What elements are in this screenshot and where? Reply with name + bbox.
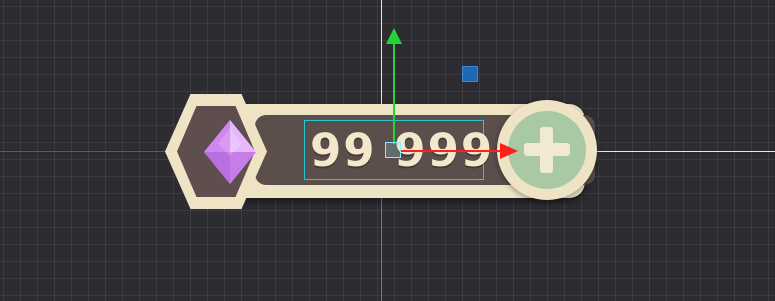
move-gizmo-center-handle[interactable] <box>385 142 401 158</box>
currency-widget[interactable]: 99 999 <box>165 94 600 209</box>
diamond-gem-icon <box>204 120 256 184</box>
plus-icon <box>540 127 553 173</box>
move-gizmo-x-arrow-icon[interactable] <box>500 143 518 159</box>
move-gizmo-y-arrow-icon[interactable] <box>386 28 402 44</box>
move-gizmo-y-axis[interactable] <box>393 40 395 144</box>
add-currency-button-face <box>508 111 586 189</box>
move-gizmo-x-axis[interactable] <box>400 150 503 152</box>
move-gizmo-plane-handle[interactable] <box>462 66 478 82</box>
editor-viewport[interactable]: 99 999 <box>0 0 775 301</box>
